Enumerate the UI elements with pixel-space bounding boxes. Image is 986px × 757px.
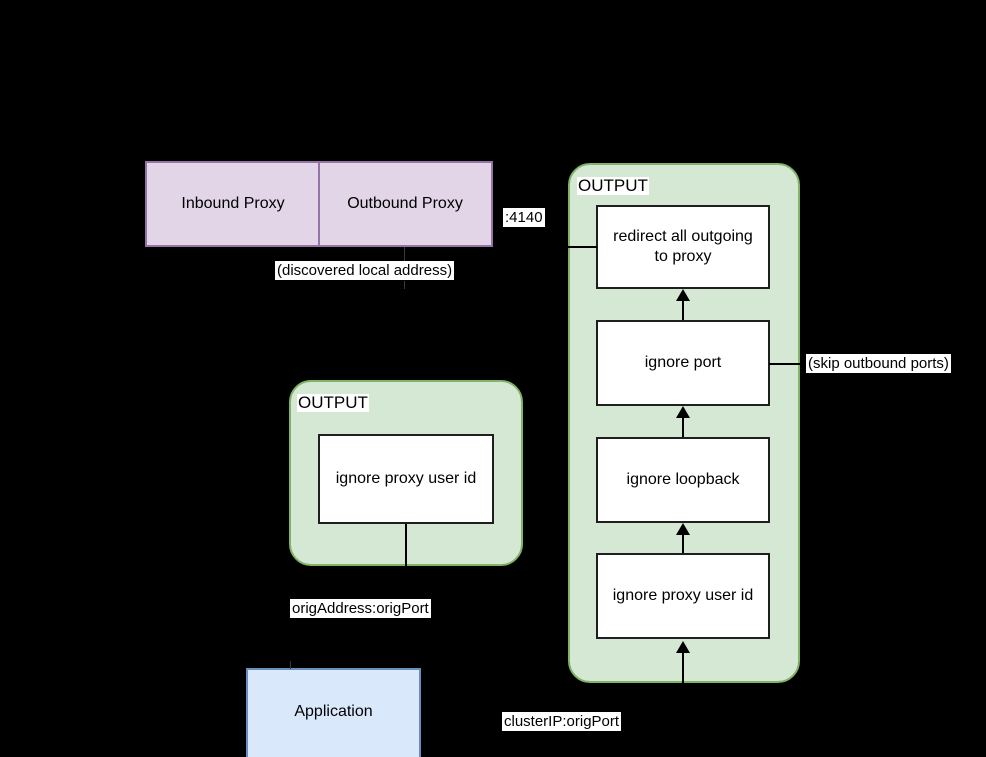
edge-rule3-to-rule2	[682, 418, 684, 437]
proxy-address-stub-lower	[404, 281, 405, 289]
left-rule-label: ignore proxy user id	[335, 470, 477, 487]
edge-ignore-port-to-skip-label	[769, 363, 807, 365]
outbound-proxy-label: Outbound Proxy	[347, 195, 463, 212]
application-box[interactable]: Application	[246, 668, 421, 757]
orig-address-port-label: origAddress:origPort	[290, 599, 431, 619]
discovered-address-label: (discovered local address)	[275, 261, 455, 281]
right-rule-label-1: ignore port	[644, 354, 722, 371]
proxy-box-divider	[318, 161, 320, 247]
left-chain-output-line	[405, 524, 407, 566]
edge-clusterip-arrowhead	[676, 641, 690, 653]
edge-rule2-to-rule1	[682, 301, 684, 320]
right-rule-ignore-loopback[interactable]: ignore loopback	[596, 437, 770, 523]
edge-proxy-to-redirect-rule	[557, 246, 597, 248]
left-chain-title: OUTPUT	[297, 393, 369, 412]
skip-outbound-ports-label: (skip outbound ports)	[806, 354, 951, 374]
application-top-stub	[290, 661, 291, 669]
right-rule-redirect-all-outgoing[interactable]: redirect all outgoing to proxy	[596, 205, 770, 289]
right-rule-ignore-proxy-user-id[interactable]: ignore proxy user id	[596, 553, 770, 639]
right-chain-title: OUTPUT	[577, 176, 649, 195]
edge-rule2-to-rule1-arrowhead	[676, 289, 690, 301]
diagram-canvas: Inbound Proxy Outbound Proxy :4140 (disc…	[0, 0, 986, 757]
right-rule-label-2: ignore loopback	[626, 471, 740, 488]
proxy-port-label: :4140	[503, 208, 545, 228]
left-rule-ignore-proxy-user-id[interactable]: ignore proxy user id	[318, 434, 494, 524]
edge-rule4-to-rule3-arrowhead	[676, 523, 690, 535]
outbound-proxy-box[interactable]: Outbound Proxy	[319, 161, 493, 247]
inbound-proxy-box[interactable]: Inbound Proxy	[145, 161, 319, 247]
edge-rule3-to-rule2-arrowhead	[676, 406, 690, 418]
clusterip-origport-label: clusterIP:origPort	[502, 712, 622, 732]
right-rule-label-0: redirect all outgoing to proxy	[613, 228, 753, 265]
inbound-proxy-label: Inbound Proxy	[181, 195, 285, 212]
right-rule-label-3: ignore proxy user id	[612, 587, 754, 604]
edge-clusterip-into-chain	[682, 653, 684, 757]
right-rule-ignore-port[interactable]: ignore port	[596, 320, 770, 406]
application-label: Application	[294, 703, 373, 720]
proxy-address-stub	[404, 247, 405, 261]
edge-rule4-to-rule3	[682, 535, 684, 553]
